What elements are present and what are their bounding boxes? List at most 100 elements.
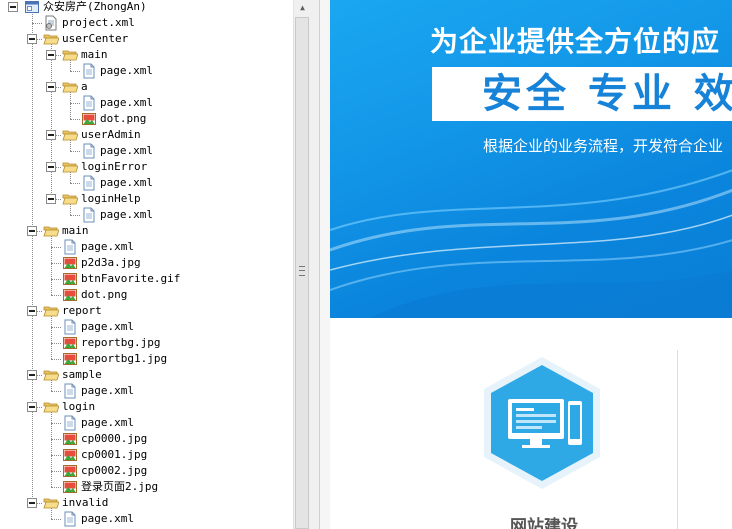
project-tree: 众安房产(ZhongAn) project.xml userCenter main pa… — [0, 0, 293, 529]
collapse-toggle-icon[interactable] — [46, 130, 56, 140]
file-icon — [62, 415, 78, 431]
image-icon — [62, 351, 78, 367]
tree-node-label: sample — [62, 368, 102, 381]
collapse-toggle-icon[interactable] — [27, 226, 37, 236]
tree-folder-node[interactable]: main — [0, 47, 290, 63]
folder-open-icon — [62, 191, 79, 207]
xml-config-icon — [43, 15, 59, 31]
tree-node-label: project.xml — [62, 16, 135, 29]
collapse-toggle-icon[interactable] — [27, 34, 37, 44]
collapse-toggle-icon[interactable] — [27, 370, 37, 380]
tree-node-label: reportbg.jpg — [81, 336, 161, 349]
tree-node-label: page.xml — [81, 384, 134, 397]
tree-root-node[interactable]: 众安房产(ZhongAn) — [0, 0, 290, 15]
folder-open-icon — [43, 223, 60, 239]
file-icon — [62, 319, 78, 335]
banner-headline: 为企业提供全方位的应 — [430, 25, 721, 58]
tree-file-node[interactable]: page.xml — [0, 239, 290, 255]
tree-node-label: loginError — [81, 160, 148, 173]
tree-file-node[interactable]: dot.png — [0, 111, 290, 127]
tree-file-node[interactable]: page.xml — [0, 415, 290, 431]
tree-node-label: cp0002.jpg — [81, 464, 148, 477]
collapse-toggle-icon[interactable] — [46, 82, 56, 92]
tree-folder-node[interactable]: userAdmin — [0, 127, 290, 143]
file-icon — [62, 383, 78, 399]
file-icon — [62, 239, 78, 255]
tree-file-node[interactable]: cp0001.jpg — [0, 447, 290, 463]
preview-pane: 为企业提供全方位的应 安全 专业 效 根据企业的业务流程，开发符合企业 网站建设 — [319, 0, 732, 529]
tree-file-node[interactable]: p2d3a.jpg — [0, 255, 290, 271]
tree-file-node[interactable]: page.xml — [0, 63, 290, 79]
tree-file-node[interactable]: reportbg1.jpg — [0, 351, 290, 367]
tree-node-label: invalid — [62, 496, 109, 509]
tree-node-label: page.xml — [100, 176, 153, 189]
collapse-toggle-icon[interactable] — [27, 402, 37, 412]
image-icon — [62, 479, 78, 495]
tree-file-node[interactable]: page.xml — [0, 319, 290, 335]
tree-node-label: main — [62, 224, 89, 237]
image-icon — [62, 335, 78, 351]
tree-file-node[interactable]: reportbg.jpg — [0, 335, 290, 351]
tree-node-label: btnFavorite.gif — [81, 272, 181, 285]
tree-node-label: login — [62, 400, 96, 413]
tree-file-node[interactable]: cp0002.jpg — [0, 463, 290, 479]
panel-splitter[interactable] — [311, 0, 319, 529]
tree-node-label: page.xml — [81, 320, 134, 333]
scroll-thumb[interactable] — [295, 17, 309, 529]
banner-slogan-box: 安全 专业 效 — [432, 67, 732, 121]
collapse-toggle-icon[interactable] — [46, 50, 56, 60]
file-icon — [81, 63, 97, 79]
tree-folder-node[interactable]: loginError — [0, 159, 290, 175]
file-icon — [81, 175, 97, 191]
tree-node-label: dot.png — [81, 288, 128, 301]
tree-node-label: cp0001.jpg — [81, 448, 148, 461]
tree-file-node[interactable]: project.xml — [0, 15, 290, 31]
image-icon — [62, 255, 78, 271]
tree-file-node[interactable]: dot.png — [0, 287, 290, 303]
collapse-toggle-icon[interactable] — [46, 194, 56, 204]
collapse-toggle-icon[interactable] — [27, 498, 37, 508]
tree-node-label: userCenter — [62, 32, 129, 45]
collapse-toggle-icon[interactable] — [8, 2, 18, 12]
tree-scrollbar[interactable]: ▲ — [293, 0, 311, 529]
banner-subtitle: 根据企业的业务流程，开发符合企业 — [483, 137, 724, 155]
arrow-up-icon[interactable]: ▲ — [294, 0, 311, 16]
tree-file-node[interactable]: btnFavorite.gif — [0, 271, 290, 287]
tree-file-node[interactable]: page.xml — [0, 383, 290, 399]
tree-folder-node[interactable]: sample — [0, 367, 290, 383]
tree-node-label: cp0000.jpg — [81, 432, 148, 445]
image-icon — [62, 271, 78, 287]
tree-node-label: page.xml — [100, 144, 153, 157]
file-icon — [81, 207, 97, 223]
tree-folder-node[interactable]: a — [0, 79, 290, 95]
collapse-toggle-icon[interactable] — [27, 306, 37, 316]
tree-file-node[interactable]: 登录页面2.jpg — [0, 479, 290, 495]
tree-file-node[interactable]: cp0000.jpg — [0, 431, 290, 447]
tree-folder-node[interactable]: loginHelp — [0, 191, 290, 207]
tree-node-label: 众安房产(ZhongAn) — [43, 0, 147, 13]
preview-page: 为企业提供全方位的应 安全 专业 效 根据企业的业务流程，开发符合企业 网站建设 — [330, 0, 732, 529]
tree-node-label: 登录页面2.jpg — [81, 480, 159, 493]
folder-open-icon — [43, 31, 60, 47]
image-icon — [62, 447, 78, 463]
grip-icon — [299, 266, 305, 276]
tree-folder-node[interactable]: login — [0, 399, 290, 415]
tree-node-label: main — [81, 48, 108, 61]
tree-folder-node[interactable]: report — [0, 303, 290, 319]
service-divider — [677, 350, 678, 529]
tree-file-node[interactable]: page.xml — [0, 175, 290, 191]
tree-folder-node[interactable]: main — [0, 223, 290, 239]
tree-file-node[interactable]: page.xml — [0, 95, 290, 111]
image-icon — [62, 463, 78, 479]
collapse-toggle-icon[interactable] — [46, 162, 56, 172]
tree-folder-node[interactable]: userCenter — [0, 31, 290, 47]
tree-node-label: page.xml — [81, 416, 134, 429]
tree-file-node[interactable]: page.xml — [0, 143, 290, 159]
tree-file-node[interactable]: page.xml — [0, 511, 290, 527]
folder-open-icon — [62, 159, 79, 175]
folder-open-icon — [43, 399, 60, 415]
tree-folder-node[interactable]: invalid — [0, 495, 290, 511]
folder-open-icon — [62, 47, 79, 63]
tree-node-label: loginHelp — [81, 192, 141, 205]
tree-file-node[interactable]: page.xml — [0, 207, 290, 223]
